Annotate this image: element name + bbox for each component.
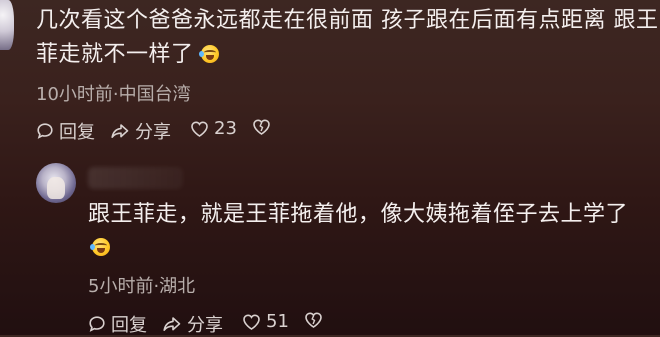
avatar[interactable] [36, 163, 76, 203]
share-button[interactable]: 分享 [110, 118, 171, 144]
reply-label: 回复 [59, 122, 95, 143]
share-icon [163, 317, 181, 331]
comment-meta: 5小时前·湖北 [88, 276, 196, 297]
cry-laugh-emoji [90, 238, 110, 256]
share-button[interactable]: 分享 [162, 311, 223, 337]
cry-laugh-emoji [199, 45, 220, 63]
comment-meta: 10小时前·中国台湾 [36, 84, 191, 105]
reply-button[interactable]: 回复 [88, 311, 147, 337]
comment-text: 跟王菲走，就是王菲拖着他，像大姨拖着侄子去上学了 [88, 202, 629, 227]
partial-avatar [0, 0, 14, 50]
heart-icon [243, 313, 260, 330]
reply-label: 回复 [111, 315, 147, 336]
comment-text: 几次看这个爸爸永远都走在很前面 孩子跟在后面有点距离 跟王 [36, 8, 659, 33]
share-label: 分享 [187, 315, 223, 336]
share-icon [111, 124, 129, 138]
comment-text-line2: 菲走就不一样了 [36, 38, 220, 72]
broken-heart-icon [305, 312, 322, 328]
like-count: 23 [214, 118, 237, 139]
reply-button[interactable]: 回复 [36, 118, 95, 144]
comment-emoji-line [90, 238, 110, 258]
like-count: 51 [266, 311, 289, 332]
like-button[interactable]: 23 [190, 118, 237, 139]
comment-text-cont: 菲走就不一样了 [36, 42, 194, 67]
heart-icon [191, 120, 208, 137]
share-label: 分享 [135, 122, 171, 143]
dislike-button[interactable] [304, 311, 323, 329]
username-blurred[interactable] [88, 167, 183, 189]
broken-heart-icon [253, 119, 270, 135]
like-button[interactable]: 51 [242, 311, 289, 332]
reply-icon [89, 316, 105, 332]
reply-icon [37, 123, 53, 139]
dislike-button[interactable] [252, 118, 271, 136]
